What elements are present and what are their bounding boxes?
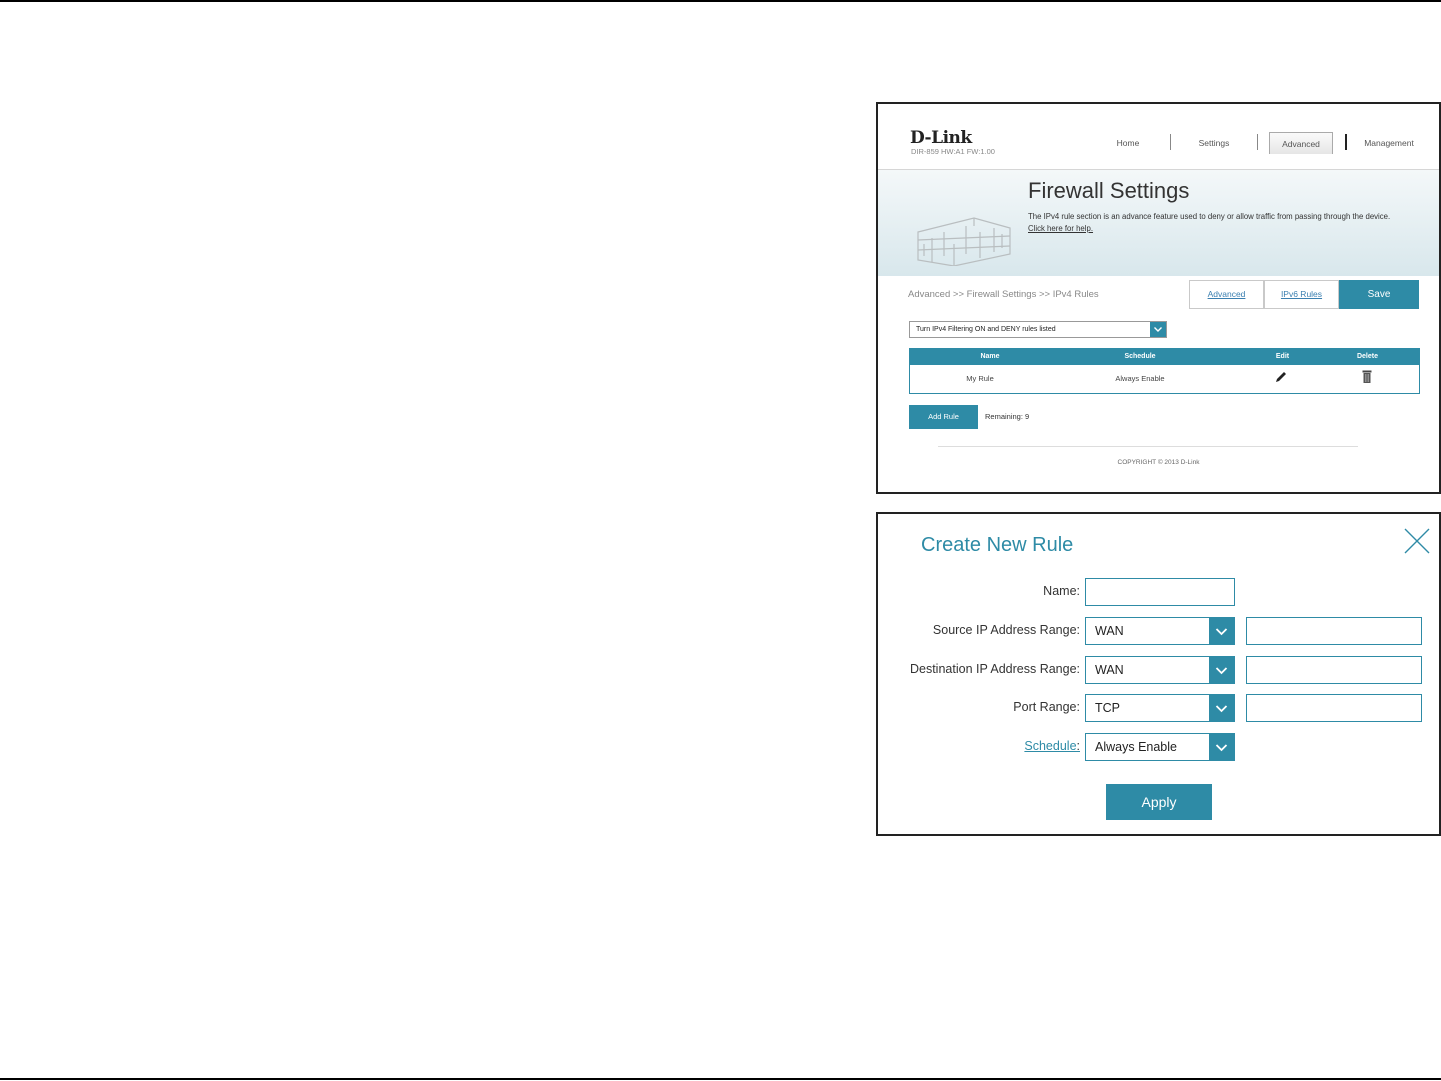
add-rule-button[interactable]: Add Rule (909, 405, 978, 429)
rule-schedule: Always Enable (1115, 374, 1165, 383)
dialog-title: Create New Rule (921, 534, 1074, 556)
rule-name: My Rule (966, 374, 994, 383)
source-ip-range-input[interactable] (1246, 617, 1422, 645)
table-row: My Rule Always Enable (910, 365, 1419, 393)
schedule-link[interactable]: Schedule (1024, 739, 1076, 753)
table-header: Name Schedule Edit Delete (910, 349, 1419, 365)
column-header-name: Name (980, 353, 1000, 360)
trash-icon[interactable] (1361, 369, 1373, 386)
bottom-rule (0, 1078, 1441, 1080)
nav-divider (1170, 134, 1171, 150)
column-header-delete: Delete (1356, 353, 1378, 360)
chevron-down-icon[interactable] (1209, 657, 1234, 683)
nav-management[interactable]: Management (1359, 132, 1419, 154)
source-ip-value: WAN (1095, 624, 1124, 638)
header: D-Link DIR-859 HW:A1 FW:1.00 Home Settin… (878, 104, 1439, 170)
column-header-schedule: Schedule (1124, 353, 1156, 360)
schedule-value: Always Enable (1095, 740, 1177, 754)
port-range-value: TCP (1095, 701, 1120, 715)
schedule-select[interactable]: Always Enable (1085, 733, 1235, 761)
nav-divider (1345, 134, 1347, 150)
page-description: The IPv4 rule section is an advance feat… (1028, 212, 1391, 221)
remaining-count: Remaining: 9 (985, 412, 1030, 421)
chevron-down-icon[interactable] (1209, 734, 1234, 760)
chevron-down-icon[interactable] (1150, 322, 1166, 337)
port-range-select[interactable]: TCP (1085, 694, 1235, 722)
nav-home[interactable]: Home (1108, 132, 1148, 154)
name-input[interactable] (1085, 578, 1235, 606)
destination-ip-label: Destination IP Address Range: (909, 662, 1080, 676)
chevron-down-icon[interactable] (1209, 695, 1234, 721)
ipv4-filter-select[interactable]: Turn IPv4 Filtering ON and DENY rules li… (909, 321, 1167, 338)
destination-ip-select[interactable]: WAN (1085, 656, 1235, 684)
source-ip-select[interactable]: WAN (1085, 617, 1235, 645)
column-header-edit: Edit (1275, 353, 1290, 360)
nav-settings[interactable]: Settings (1193, 132, 1235, 154)
page-title: Firewall Settings (1028, 178, 1190, 203)
model-info: DIR-859 HW:A1 FW:1.00 (911, 147, 995, 156)
apply-button[interactable]: Apply (1106, 784, 1212, 820)
destination-ip-range-input[interactable] (1246, 656, 1422, 684)
firewall-settings-screenshot: D-Link DIR-859 HW:A1 FW:1.00 Home Settin… (876, 102, 1441, 494)
source-ip-label: Source IP Address Range: (932, 623, 1080, 637)
copyright: COPYRIGHT © 2013 D-Link (1117, 459, 1200, 466)
manual-page: D-Link DIR-859 HW:A1 FW:1.00 Home Settin… (0, 0, 1441, 1081)
close-icon[interactable] (1402, 526, 1432, 556)
firewall-brick-wall-icon (917, 217, 1011, 266)
page-banner: Firewall Settings The IPv4 rule section … (878, 170, 1439, 276)
port-range-label: Port Range: (1013, 700, 1080, 714)
nav-divider (1257, 134, 1258, 150)
help-link[interactable]: Click here for help. (1028, 224, 1093, 233)
rules-table: Name Schedule Edit Delete My Rule Always… (909, 348, 1420, 394)
port-range-input[interactable] (1246, 694, 1422, 722)
advanced-tab-button[interactable]: Advanced (1189, 280, 1264, 309)
name-label: Name: (1043, 584, 1080, 598)
pencil-icon[interactable] (1274, 370, 1288, 386)
schedule-label[interactable]: Schedule: (1024, 739, 1080, 753)
destination-ip-value: WAN (1095, 663, 1124, 677)
top-rule (0, 0, 1441, 2)
chevron-down-icon[interactable] (1209, 618, 1234, 644)
filter-select-value: Turn IPv4 Filtering ON and DENY rules li… (916, 326, 1056, 333)
create-rule-dialog: Create New Rule Name: Source IP Address … (876, 512, 1441, 836)
breadcrumb: Advanced >> Firewall Settings >> IPv4 Ru… (908, 289, 1099, 300)
footer-divider (938, 446, 1358, 447)
dlink-logo: D-Link (910, 128, 972, 148)
schedule-colon: : (1076, 739, 1080, 753)
nav-advanced[interactable]: Advanced (1269, 132, 1333, 154)
save-button[interactable]: Save (1339, 280, 1419, 309)
ipv6-rules-button[interactable]: IPv6 Rules (1264, 280, 1339, 309)
